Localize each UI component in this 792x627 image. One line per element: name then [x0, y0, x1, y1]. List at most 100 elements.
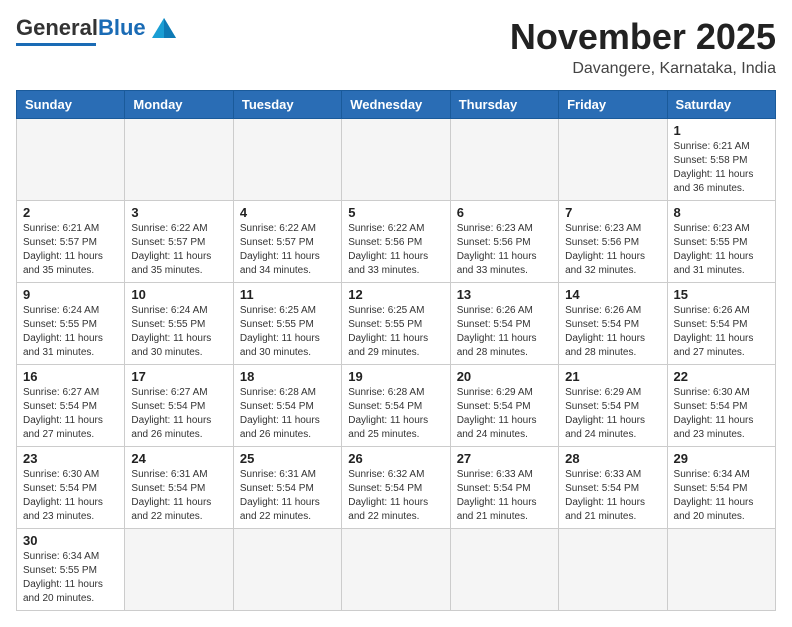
day-number: 15 [674, 287, 769, 302]
calendar-cell: 12 Sunrise: 6:25 AM Sunset: 5:55 PM Dayli… [342, 283, 450, 365]
day-number: 17 [131, 369, 226, 384]
header-friday: Friday [559, 91, 667, 119]
calendar-cell: 28 Sunrise: 6:33 AM Sunset: 5:54 PM Dayli… [559, 447, 667, 529]
cell-info: Sunrise: 6:22 AM Sunset: 5:57 PM Dayligh… [240, 222, 335, 278]
calendar-cell [342, 119, 450, 201]
cell-info: Sunrise: 6:25 AM Sunset: 5:55 PM Dayligh… [348, 304, 443, 360]
logo-underline [16, 43, 96, 46]
calendar-cell: 9Sunrise: 6:24 AM Sunset: 5:55 PM Daylig… [17, 283, 125, 365]
cell-info: Sunrise: 6:30 AM Sunset: 5:54 PM Dayligh… [674, 386, 769, 442]
calendar-cell [233, 529, 341, 611]
calendar-cell: 6Sunrise: 6:23 AM Sunset: 5:56 PM Daylig… [450, 201, 558, 283]
calendar-cell: 19 Sunrise: 6:28 AM Sunset: 5:54 PM Dayli… [342, 365, 450, 447]
calendar-cell [559, 529, 667, 611]
subtitle: Davangere, Karnataka, India [510, 60, 776, 78]
cell-info: Sunrise: 6:33 AM Sunset: 5:54 PM Dayligh… [565, 468, 660, 524]
day-number: 13 [457, 287, 552, 302]
day-number: 20 [457, 369, 552, 384]
cell-info: Sunrise: 6:23 AM Sunset: 5:55 PM Dayligh… [674, 222, 769, 278]
cell-info: Sunrise: 6:26 AM Sunset: 5:54 PM Dayligh… [457, 304, 552, 360]
calendar-week-row: 23Sunrise: 6:30 AM Sunset: 5:54 PM Dayli… [17, 447, 776, 529]
cell-info: Sunrise: 6:22 AM Sunset: 5:56 PM Dayligh… [348, 222, 443, 278]
calendar-cell: 27 Sunrise: 6:33 AM Sunset: 5:54 PM Dayli… [450, 447, 558, 529]
calendar-cell: 4 Sunrise: 6:22 AM Sunset: 5:57 PM Daylig… [233, 201, 341, 283]
cell-info: Sunrise: 6:29 AM Sunset: 5:54 PM Dayligh… [457, 386, 552, 442]
cell-info: Sunrise: 6:34 AM Sunset: 5:54 PM Dayligh… [674, 468, 769, 524]
day-number: 12 [348, 287, 443, 302]
day-number: 18 [240, 369, 335, 384]
calendar-cell: 26 Sunrise: 6:32 AM Sunset: 5:54 PM Dayli… [342, 447, 450, 529]
day-number: 10 [131, 287, 226, 302]
calendar-cell [125, 119, 233, 201]
calendar-cell [17, 119, 125, 201]
calendar-cell [559, 119, 667, 201]
day-number: 2 [23, 205, 118, 220]
calendar-cell: 21Sunrise: 6:29 AM Sunset: 5:54 PM Dayli… [559, 365, 667, 447]
day-number: 3 [131, 205, 226, 220]
cell-info: Sunrise: 6:27 AM Sunset: 5:54 PM Dayligh… [131, 386, 226, 442]
calendar-cell: 11 Sunrise: 6:25 AM Sunset: 5:55 PM Dayli… [233, 283, 341, 365]
calendar-cell: 25Sunrise: 6:31 AM Sunset: 5:54 PM Dayli… [233, 447, 341, 529]
cell-info: Sunrise: 6:33 AM Sunset: 5:54 PM Dayligh… [457, 468, 552, 524]
day-number: 4 [240, 205, 335, 220]
calendar-cell: 16 Sunrise: 6:27 AM Sunset: 5:54 PM Dayli… [17, 365, 125, 447]
cell-info: Sunrise: 6:23 AM Sunset: 5:56 PM Dayligh… [565, 222, 660, 278]
cell-info: Sunrise: 6:28 AM Sunset: 5:54 PM Dayligh… [348, 386, 443, 442]
cell-info: Sunrise: 6:27 AM Sunset: 5:54 PM Dayligh… [23, 386, 118, 442]
calendar-cell: 3Sunrise: 6:22 AM Sunset: 5:57 PM Daylig… [125, 201, 233, 283]
day-number: 9 [23, 287, 118, 302]
calendar-cell: 1 Sunrise: 6:21 AM Sunset: 5:58 PM Daylig… [667, 119, 775, 201]
day-number: 21 [565, 369, 660, 384]
calendar-cell: 20 Sunrise: 6:29 AM Sunset: 5:54 PM Dayli… [450, 365, 558, 447]
cell-info: Sunrise: 6:31 AM Sunset: 5:54 PM Dayligh… [131, 468, 226, 524]
logo-text: GeneralBlue [16, 17, 146, 39]
calendar-cell [450, 529, 558, 611]
cell-info: Sunrise: 6:25 AM Sunset: 5:55 PM Dayligh… [240, 304, 335, 360]
calendar-week-row: 9 Sunrise: 6:24 AM Sunset: 5:55 PM Daylig… [17, 283, 776, 365]
calendar-week-row: 30Sunrise: 6:34 AM Sunset: 5:55 PM Dayli… [17, 529, 776, 611]
calendar-cell: 5 Sunrise: 6:22 AM Sunset: 5:56 PM Daylig… [342, 201, 450, 283]
cell-info: Sunrise: 6:24 AM Sunset: 5:55 PM Dayligh… [131, 304, 226, 360]
day-number: 1 [674, 123, 769, 138]
day-number: 8 [674, 205, 769, 220]
header-tuesday: Tuesday [233, 91, 341, 119]
calendar-cell: 8 Sunrise: 6:23 AM Sunset: 5:55 PM Daylig… [667, 201, 775, 283]
calendar-week-row: 1 Sunrise: 6:21 AM Sunset: 5:58 PM Daylig… [17, 119, 776, 201]
calendar-cell: 7Sunrise: 6:23 AM Sunset: 5:56 PM Daylig… [559, 201, 667, 283]
calendar-cell [125, 529, 233, 611]
day-number: 26 [348, 451, 443, 466]
day-number: 29 [674, 451, 769, 466]
calendar-week-row: 2Sunrise: 6:21 AM Sunset: 5:57 PM Daylig… [17, 201, 776, 283]
main-title: November 2025 [510, 16, 776, 58]
day-number: 19 [348, 369, 443, 384]
title-area: November 2025 Davangere, Karnataka, Indi… [510, 16, 776, 78]
calendar-cell: 2Sunrise: 6:21 AM Sunset: 5:57 PM Daylig… [17, 201, 125, 283]
header-saturday: Saturday [667, 91, 775, 119]
day-number: 16 [23, 369, 118, 384]
day-number: 5 [348, 205, 443, 220]
calendar-cell [450, 119, 558, 201]
cell-info: Sunrise: 6:32 AM Sunset: 5:54 PM Dayligh… [348, 468, 443, 524]
cell-info: Sunrise: 6:26 AM Sunset: 5:54 PM Dayligh… [565, 304, 660, 360]
calendar-cell: 14Sunrise: 6:26 AM Sunset: 5:54 PM Dayli… [559, 283, 667, 365]
day-number: 22 [674, 369, 769, 384]
header-sunday: Sunday [17, 91, 125, 119]
day-number: 23 [23, 451, 118, 466]
calendar-header-row: SundayMondayTuesdayWednesdayThursdayFrid… [17, 91, 776, 119]
header-thursday: Thursday [450, 91, 558, 119]
day-number: 27 [457, 451, 552, 466]
calendar-cell: 29 Sunrise: 6:34 AM Sunset: 5:54 PM Dayli… [667, 447, 775, 529]
cell-info: Sunrise: 6:21 AM Sunset: 5:58 PM Dayligh… [674, 140, 769, 196]
day-number: 30 [23, 533, 118, 548]
cell-info: Sunrise: 6:31 AM Sunset: 5:54 PM Dayligh… [240, 468, 335, 524]
calendar-cell [342, 529, 450, 611]
page-header: GeneralBlue November 2025 Davangere, Kar… [16, 16, 776, 78]
calendar-cell [233, 119, 341, 201]
header-monday: Monday [125, 91, 233, 119]
day-number: 28 [565, 451, 660, 466]
day-number: 11 [240, 287, 335, 302]
day-number: 6 [457, 205, 552, 220]
calendar-cell: 24Sunrise: 6:31 AM Sunset: 5:54 PM Dayli… [125, 447, 233, 529]
calendar-cell: 30Sunrise: 6:34 AM Sunset: 5:55 PM Dayli… [17, 529, 125, 611]
logo: GeneralBlue [16, 16, 178, 46]
